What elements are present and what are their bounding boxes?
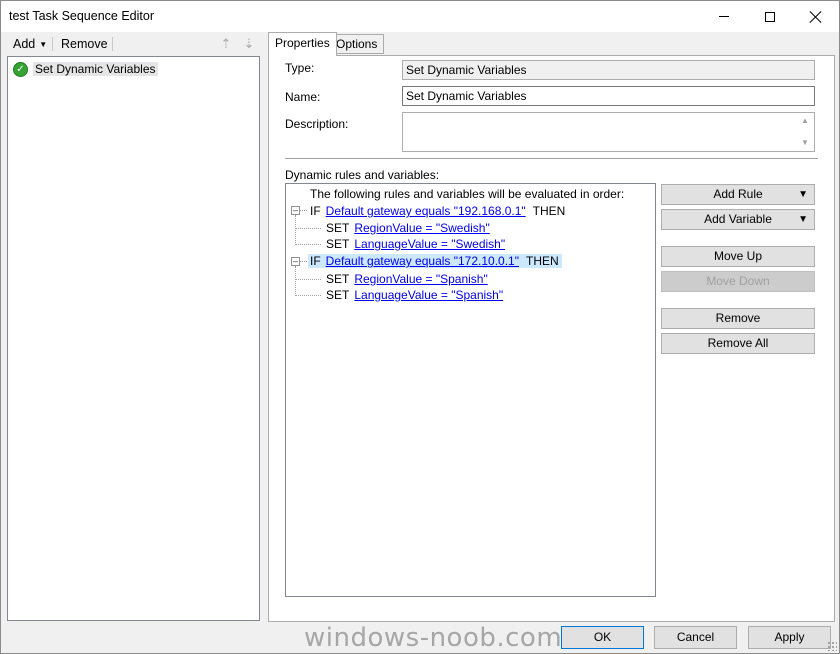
set-keyword: SET [326,237,350,251]
rules-tree[interactable]: The following rules and variables will b… [285,183,656,597]
description-label: Description: [285,117,349,131]
minimize-button[interactable] [701,1,747,32]
maximize-button[interactable] [747,1,793,32]
dropdown-arrow-icon: ▼ [798,214,808,225]
set-row[interactable]: SET RegionValue = "Swedish" [326,220,490,236]
description-scrollbar[interactable]: ▲ ▼ [797,113,814,151]
set-variable-link[interactable]: LanguageValue = "Swedish" [354,237,505,251]
rule-keyword: IF [310,254,321,268]
tree-connector [295,215,296,245]
add-variable-label: Add Variable [704,212,772,226]
rule-then: THEN [532,204,566,218]
watermark: windows-noob.com [304,623,563,653]
close-icon [810,11,822,23]
type-field: Set Dynamic Variables [402,60,815,80]
tree-connector [299,261,307,262]
set-variable-link[interactable]: RegionValue = "Spanish" [354,272,487,286]
add-label: Add [13,37,36,51]
tree-connector [299,210,307,211]
minimize-icon [719,16,729,17]
left-toolbar: Add ▼ Remove ⇡ ⇣ [5,33,263,55]
task-sequence-tree[interactable]: ✓ Set Dynamic Variables [7,56,260,621]
scroll-up-icon[interactable]: ▲ [801,116,809,125]
rule-then: THEN [526,254,559,268]
ok-button[interactable]: OK [561,626,644,649]
tree-connector [295,228,321,229]
name-label: Name: [285,90,321,104]
rule-row[interactable]: IF Default gateway equals "192.168.0.1" TH… [310,203,565,219]
add-variable-button[interactable]: Add Variable ▼ [661,209,815,230]
tree-item-set-dynamic-variables[interactable]: ✓ Set Dynamic Variables [13,60,158,78]
set-variable-link[interactable]: RegionValue = "Swedish" [354,221,489,235]
remove-all-button[interactable]: Remove All [661,333,815,354]
set-row[interactable]: SET LanguageValue = "Swedish" [326,236,505,252]
tab-properties[interactable]: Properties [268,32,337,56]
rule-row[interactable]: IF Default gateway equals "172.10.0.1" THE… [308,253,562,269]
check-icon: ✓ [13,61,28,77]
set-keyword: SET [326,221,350,235]
move-down-icon[interactable]: ⇣ [240,35,258,53]
set-row[interactable]: SET LanguageValue = "Spanish" [326,287,503,303]
remove-rule-button[interactable]: Remove [661,308,815,329]
set-keyword: SET [326,288,350,302]
name-field[interactable]: Set Dynamic Variables [402,86,815,106]
resize-grip-icon[interactable] [827,641,837,651]
tree-connector [295,295,321,296]
add-rule-button[interactable]: Add Rule ▼ [661,184,815,205]
title-bar: test Task Sequence Editor [1,1,839,32]
chevron-down-icon: ▼ [39,40,48,49]
tree-connector [295,279,321,280]
add-menu-button[interactable]: Add ▼ [9,35,51,53]
description-field[interactable]: ▲ ▼ [402,112,815,152]
remove-button[interactable]: Remove [57,35,112,53]
close-button[interactable] [793,1,839,32]
set-keyword: SET [326,272,350,286]
move-up-icon[interactable]: ⇡ [217,35,235,53]
move-up-button[interactable]: Move Up [661,246,815,267]
toolbar-separator [52,37,53,51]
type-label: Type: [285,61,315,75]
scroll-down-icon[interactable]: ▼ [801,138,809,147]
collapse-icon[interactable]: – [291,206,300,215]
maximize-icon [765,11,775,22]
apply-button[interactable]: Apply [748,626,831,649]
tab-options[interactable]: Options [329,34,385,54]
cancel-button[interactable]: Cancel [654,626,737,649]
selected-rule-highlight: IF Default gateway equals "172.10.0.1" THE… [308,254,562,268]
window-title: test Task Sequence Editor [9,9,154,23]
rules-label: Dynamic rules and variables: [285,168,440,182]
collapse-icon[interactable]: – [291,257,300,266]
set-row[interactable]: SET RegionValue = "Spanish" [326,271,488,287]
toolbar-separator [112,37,113,51]
rule-condition-link[interactable]: Default gateway equals "192.168.0.1" [326,204,526,218]
rule-condition-link[interactable]: Default gateway equals "172.10.0.1" [326,254,519,268]
section-divider [285,158,818,159]
move-down-button[interactable]: Move Down [661,271,815,292]
rules-header: The following rules and variables will b… [310,187,625,201]
set-variable-link[interactable]: LanguageValue = "Spanish" [354,288,503,302]
tree-connector [295,244,321,245]
tree-connector [295,266,296,296]
add-rule-label: Add Rule [713,187,763,201]
dropdown-arrow-icon: ▼ [798,189,808,200]
tree-item-label: Set Dynamic Variables [33,62,158,76]
rule-keyword: IF [310,204,321,218]
task-sequence-editor-window: test Task Sequence Editor Add ▼ Remove ⇡ … [0,0,840,654]
